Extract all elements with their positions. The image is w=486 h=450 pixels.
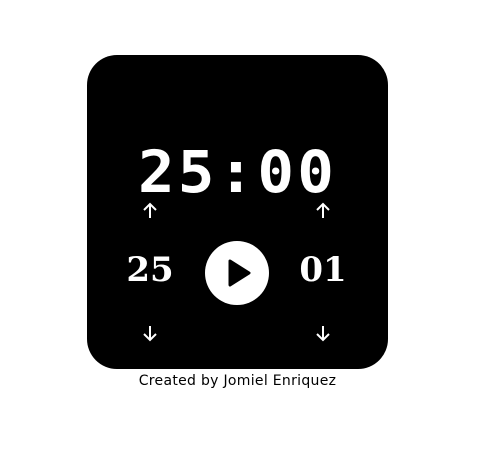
- break-increment-arrow-up-icon[interactable]: [313, 201, 333, 221]
- minutes-increment-arrow-up-icon[interactable]: [140, 201, 160, 221]
- credit-text: Created by Jomiel Enriquez: [138, 373, 337, 389]
- play-button[interactable]: [205, 241, 269, 305]
- minutes-decrement-arrow-down-icon[interactable]: [140, 323, 160, 343]
- break-decrement-arrow-down-icon[interactable]: [313, 323, 333, 343]
- time-display: 25:00: [137, 138, 338, 206]
- timer-card: 25:00 25 01: [87, 55, 388, 369]
- minutes-value: 25: [126, 250, 174, 290]
- break-value: 01: [299, 250, 347, 290]
- play-icon: [228, 259, 251, 287]
